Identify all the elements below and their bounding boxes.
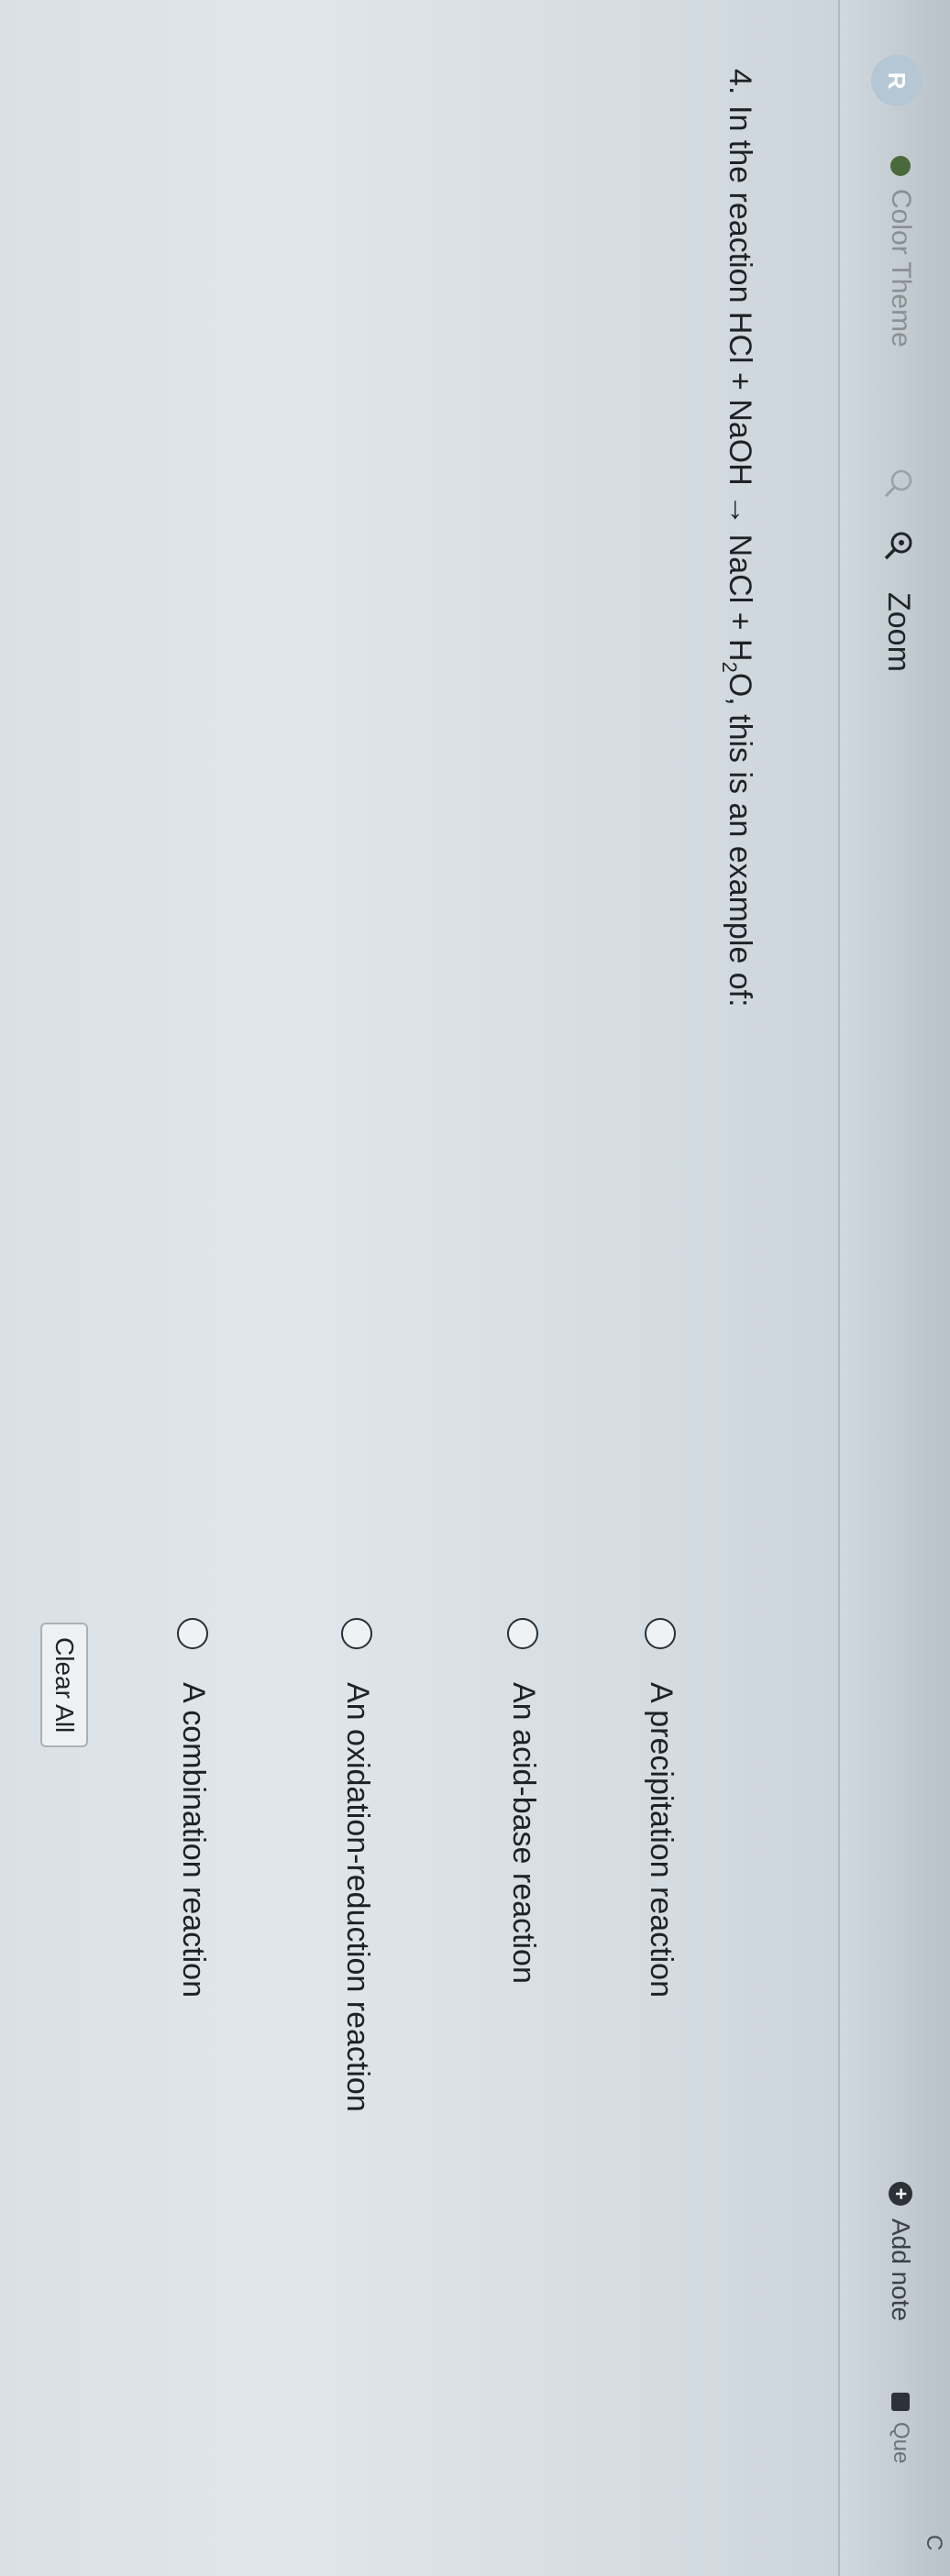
- question: 4. In the reaction HCl + NaOH → NaCl + H…: [717, 69, 757, 1007]
- app-logo: R: [871, 55, 922, 106]
- add-note-button[interactable]: + Add note: [884, 2182, 917, 2321]
- clear-all-button[interactable]: Clear All: [40, 1623, 88, 1748]
- plus-circle-icon: +: [889, 2182, 912, 2206]
- magnifier-minus-icon[interactable]: [883, 468, 914, 499]
- answer-option-c[interactable]: An oxidation-reduction reaction: [339, 1618, 375, 2112]
- question-text-after: O, this is an example of:: [723, 672, 757, 1007]
- radio-button[interactable]: [341, 1618, 373, 1649]
- top-right-label: C: [922, 2535, 946, 2551]
- radio-button[interactable]: [177, 1618, 209, 1649]
- square-icon: [891, 2393, 910, 2411]
- questions-label: Que: [889, 2422, 913, 2464]
- logo-text: R: [883, 72, 911, 90]
- option-label: An acid-base reaction: [506, 1682, 541, 1984]
- option-label: An oxidation-reduction reaction: [340, 1682, 375, 2112]
- option-label: A combination reaction: [176, 1682, 211, 1998]
- question-text: In the reaction HCl + NaOH → NaCl + H2O,…: [717, 105, 757, 1007]
- add-note-label: Add note: [887, 2218, 915, 2322]
- answer-option-d[interactable]: A combination reaction: [175, 1618, 211, 1998]
- screen: R Color Theme Zoom + Add note Que C 4. I…: [0, 0, 950, 2576]
- option-label: A precipitation reaction: [644, 1682, 679, 1998]
- question-number: 4.: [723, 69, 757, 95]
- answer-option-a[interactable]: A precipitation reaction: [643, 1618, 679, 1998]
- question-subscript: 2: [718, 661, 742, 673]
- color-theme-label: Color Theme: [886, 189, 916, 347]
- rotated-page: R Color Theme Zoom + Add note Que C 4. I…: [0, 0, 950, 2576]
- toolbar-divider: [838, 0, 840, 2576]
- radio-button[interactable]: [507, 1618, 539, 1649]
- answer-option-b[interactable]: An acid-base reaction: [505, 1618, 541, 1984]
- zoom-label: Zoom: [881, 592, 917, 672]
- zoom-controls: Zoom: [880, 468, 917, 672]
- magnifier-plus-icon[interactable]: [883, 530, 914, 561]
- radio-button[interactable]: [645, 1618, 677, 1649]
- questions-button[interactable]: Que: [884, 2393, 917, 2463]
- color-dot-icon: [890, 156, 911, 176]
- question-text-before: In the reaction HCl + NaOH → NaCl + H: [723, 105, 757, 662]
- color-theme-button[interactable]: Color Theme: [884, 156, 917, 347]
